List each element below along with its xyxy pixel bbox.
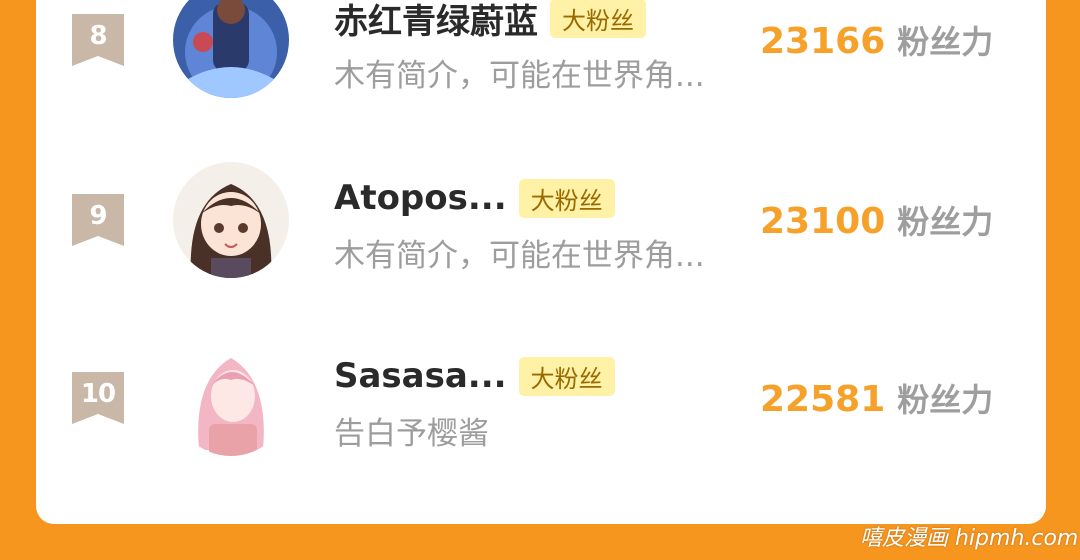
avatar[interactable] (173, 0, 289, 98)
rank-number: 8 (89, 21, 107, 51)
rank-ribbon: 10 (72, 372, 124, 424)
fan-score-unit: 粉丝力 (897, 203, 994, 241)
fan-level-badge: 大粉丝 (518, 356, 615, 396)
watermark: 嘻皮漫画 hipmh.com (860, 526, 1079, 551)
fan-score-unit: 粉丝力 (897, 23, 994, 61)
rank-number: 10 (80, 379, 116, 409)
ranking-row[interactable]: 8 赤红青绿蔚蓝 大粉丝 木有简介，可能在世界角... 23166 粉丝力 (36, 0, 1046, 132)
fan-score: 23166 粉丝力 (760, 17, 993, 63)
fan-level-badge: 大粉丝 (518, 178, 615, 218)
fan-score-value: 23100 (760, 201, 886, 242)
fan-level-badge: 大粉丝 (550, 0, 646, 38)
avatar[interactable] (173, 340, 289, 456)
user-bio: 告白予樱酱 (334, 416, 489, 452)
anime-character-avatar-blue-icon (173, 0, 289, 98)
fan-score: 23100 粉丝力 (760, 197, 993, 243)
fan-score-value: 23166 (760, 21, 886, 62)
avatar[interactable] (173, 162, 289, 278)
ranking-row[interactable]: 10 Sasasa... 大粉丝 告白予樱酱 22581 粉丝力 (36, 306, 1046, 490)
anime-girl-pink-hair-avatar-icon (173, 340, 289, 456)
user-bio: 木有简介，可能在世界角... (334, 238, 705, 274)
fan-ranking-card: 8 赤红青绿蔚蓝 大粉丝 木有简介，可能在世界角... 23166 粉丝力 9 … (36, 0, 1046, 524)
rank-ribbon: 8 (72, 14, 124, 66)
rank-ribbon: 9 (72, 194, 124, 246)
username[interactable]: 赤红青绿蔚蓝 (334, 0, 538, 43)
username[interactable]: Sasasa... (334, 356, 507, 396)
user-info: Atopos... 大粉丝 木有简介，可能在世界角... (334, 172, 764, 275)
rank-number: 9 (89, 201, 107, 231)
anime-girl-brown-hair-avatar-icon (173, 162, 289, 278)
fan-score-unit: 粉丝力 (897, 381, 994, 419)
ranking-row[interactable]: 9 Atopos... 大粉丝 木有简介，可能在世界角... 23100 粉丝力 (36, 128, 1046, 312)
username[interactable]: Atopos... (334, 178, 507, 218)
fan-score: 22581 粉丝力 (760, 375, 993, 421)
user-bio: 木有简介，可能在世界角... (334, 58, 705, 94)
user-info: Sasasa... 大粉丝 告白予樱酱 (334, 350, 764, 453)
user-info: 赤红青绿蔚蓝 大粉丝 木有简介，可能在世界角... (334, 0, 764, 95)
fan-score-value: 22581 (760, 379, 886, 420)
